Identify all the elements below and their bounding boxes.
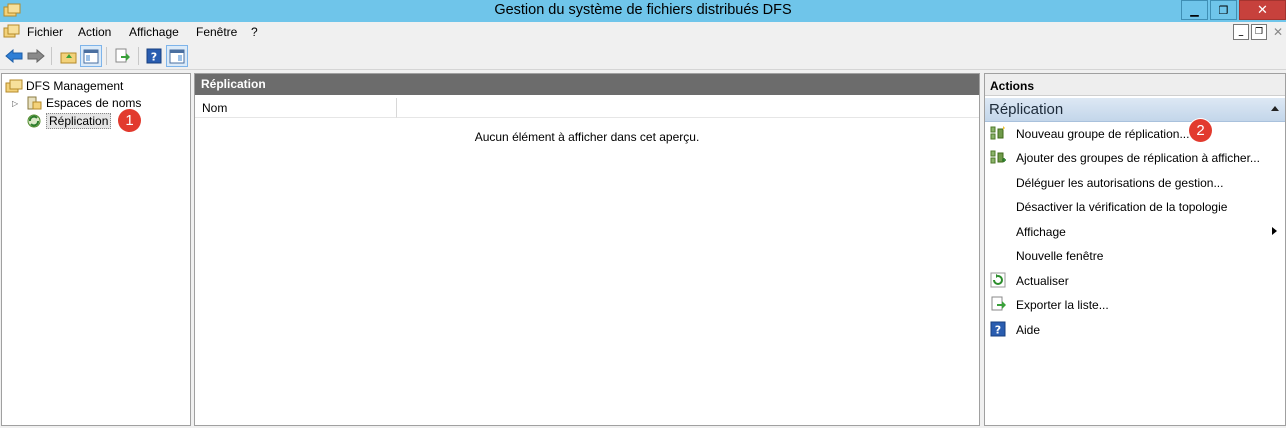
results-pane-title: Réplication: [195, 74, 979, 95]
action-disable-topology-check[interactable]: Désactiver la vérification de la topolog…: [985, 196, 1285, 218]
up-one-level-button[interactable]: [57, 45, 79, 67]
submenu-arrow-icon: [1272, 227, 1277, 235]
forward-button[interactable]: [25, 45, 47, 67]
tree-item-dfs-management[interactable]: DFS Management: [5, 77, 123, 94]
action-label: Exporter la liste...: [1016, 298, 1109, 312]
dfs-management-icon: [5, 79, 23, 92]
show-hide-action-pane-button[interactable]: [166, 45, 188, 67]
annotation-badge-2: 2: [1189, 119, 1212, 142]
console-tree-pane: DFS Management ▷ Espaces de noms Réplica…: [1, 73, 191, 426]
export-list-icon: [991, 296, 1006, 311]
action-label: Affichage: [1016, 225, 1066, 239]
mdi-close-button[interactable]: ✕: [1271, 24, 1285, 40]
toolbar-separator: [138, 47, 139, 65]
action-label: Ajouter des groupes de réplication à aff…: [1016, 151, 1260, 165]
menu-help[interactable]: ?: [251, 25, 258, 39]
action-export-list[interactable]: Exporter la liste...: [985, 294, 1285, 316]
tree-label: Réplication: [46, 112, 112, 129]
back-button[interactable]: [3, 45, 25, 67]
toolbar-separator: [51, 47, 52, 65]
menu-bar: Fichier Action Affichage Fenêtre ?: [0, 22, 1286, 42]
add-replication-groups-icon: [990, 150, 1006, 164]
replication-icon: [27, 114, 41, 127]
toolbar-separator: [106, 47, 107, 65]
up-folder-icon: [60, 52, 76, 63]
action-view-submenu[interactable]: Affichage: [985, 221, 1285, 243]
namespaces-icon: [27, 96, 42, 109]
column-header-empty: [397, 98, 979, 118]
title-bar[interactable]: Gestion du système de fichiers distribué…: [0, 0, 1286, 22]
tree-label: Espaces de noms: [46, 95, 142, 110]
action-new-window[interactable]: Nouvelle fenêtre: [985, 245, 1285, 267]
tree-item-espaces-de-noms[interactable]: Espaces de noms: [25, 94, 141, 111]
close-button[interactable]: ✕: [1239, 0, 1286, 20]
export-list-button[interactable]: [111, 45, 133, 67]
action-delegate-permissions[interactable]: Déléguer les autorisations de gestion...: [985, 172, 1285, 194]
show-hide-console-tree-icon: [83, 49, 99, 63]
expand-arrow-icon[interactable]: ▷: [12, 99, 18, 108]
action-label: Nouveau groupe de réplication...: [1016, 127, 1190, 141]
toolbar: ?: [0, 42, 1286, 70]
show-hide-console-tree-button[interactable]: [80, 45, 102, 67]
menu-action[interactable]: Action: [78, 25, 111, 39]
action-label: Désactiver la vérification de la topolog…: [1016, 200, 1228, 214]
svg-text:?: ?: [151, 51, 157, 64]
export-list-icon: [115, 48, 130, 63]
action-refresh[interactable]: Actualiser: [985, 270, 1285, 292]
collapse-arrow-icon[interactable]: [1271, 106, 1279, 111]
actions-section-replication[interactable]: Réplication: [985, 98, 1285, 122]
action-help[interactable]: ? Aide: [985, 319, 1285, 341]
actions-pane-title: Actions: [985, 74, 1285, 96]
action-label: Aide: [1016, 323, 1041, 337]
annotation-badge-1: 1: [118, 109, 141, 132]
results-pane: Réplication Nom Aucun élément à afficher…: [194, 73, 980, 426]
refresh-icon: [990, 272, 1006, 288]
help-button[interactable]: ?: [143, 45, 165, 67]
help-icon: ?: [146, 48, 162, 64]
actions-pane: Actions Réplication Nouveau groupe de ré…: [984, 73, 1286, 426]
menu-fenetre[interactable]: Fenêtre: [196, 25, 237, 39]
actions-section-label: Réplication: [989, 101, 1064, 118]
tree-item-replication[interactable]: Réplication: [25, 112, 112, 129]
action-label: Nouvelle fenêtre: [1016, 249, 1104, 263]
back-arrow-icon: [5, 49, 23, 63]
action-new-replication-group[interactable]: Nouveau groupe de réplication...: [985, 123, 1285, 145]
mdi-restore-button[interactable]: ❐: [1251, 24, 1267, 40]
forward-arrow-icon: [27, 49, 45, 63]
menu-fichier[interactable]: Fichier: [27, 25, 63, 39]
column-header-nom[interactable]: Nom: [195, 98, 397, 118]
help-icon: ?: [990, 321, 1006, 337]
action-add-replication-groups[interactable]: Ajouter des groupes de réplication à aff…: [985, 147, 1285, 169]
minimize-button[interactable]: ▁: [1181, 0, 1208, 20]
empty-list-message: Aucun élément à afficher dans cet aperçu…: [474, 130, 700, 144]
action-label: Déléguer les autorisations de gestion...: [1016, 176, 1224, 190]
window-title: Gestion du système de fichiers distribué…: [494, 2, 792, 18]
mdi-minimize-button[interactable]: _: [1233, 24, 1249, 40]
show-hide-action-pane-icon: [169, 49, 185, 63]
svg-text:?: ?: [995, 324, 1001, 337]
menu-affichage[interactable]: Affichage: [129, 25, 179, 39]
action-label: Actualiser: [1016, 274, 1069, 288]
new-replication-group-icon: [990, 126, 1005, 140]
tree-label: DFS Management: [26, 78, 124, 93]
maximize-button[interactable]: ❐: [1210, 0, 1237, 20]
console-icon[interactable]: [3, 24, 20, 39]
